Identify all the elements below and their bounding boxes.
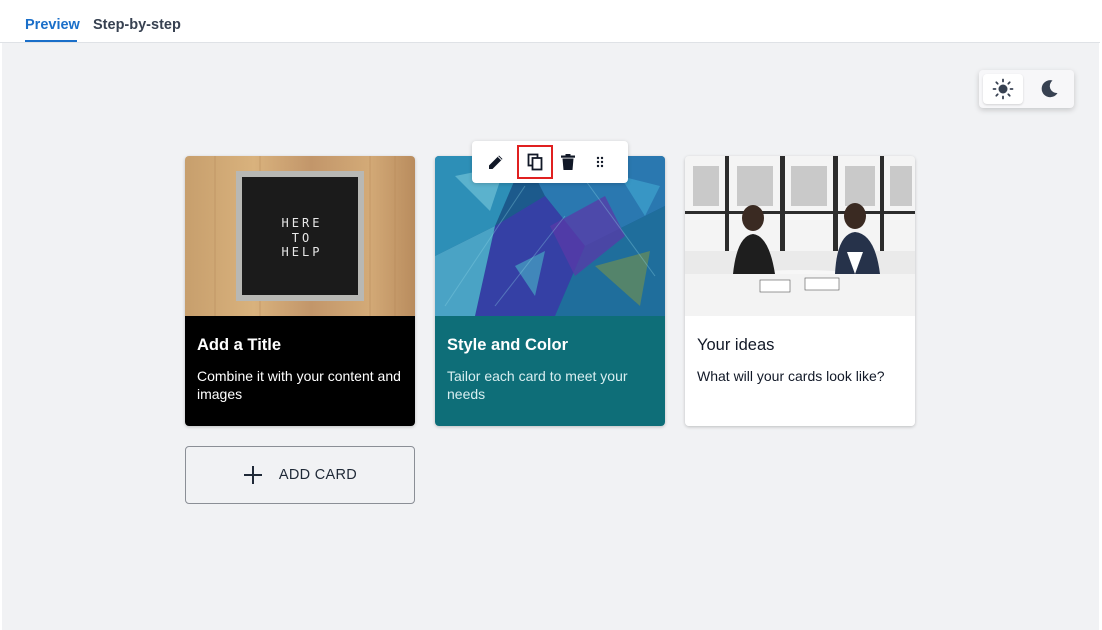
card-body: Your ideas What will your cards look lik… <box>685 316 915 426</box>
trash-icon <box>561 154 575 170</box>
card-toolbar <box>472 141 628 183</box>
moon-icon <box>1041 80 1058 98</box>
drag-handle-icon <box>596 156 604 168</box>
copy-icon <box>527 153 543 171</box>
card-title: Add a Title <box>197 336 282 354</box>
card-add-a-title[interactable]: HERE TO HELP Add a Title Combine it with… <box>185 156 415 426</box>
svg-text:HELP: HELP <box>282 245 323 259</box>
tab-preview[interactable]: Preview <box>25 17 80 33</box>
tab-bar: Preview Step-by-step <box>0 0 1100 43</box>
dark-theme-button[interactable] <box>1029 74 1069 104</box>
svg-text:HERE: HERE <box>282 216 323 230</box>
pencil-icon <box>489 155 503 169</box>
card-image-letterboard: HERE TO HELP <box>185 156 415 316</box>
svg-text:TO: TO <box>292 231 312 245</box>
theme-toggle <box>979 70 1074 108</box>
add-card-button[interactable]: ADD CARD <box>185 446 415 504</box>
card-body: Style and Color Tailor each card to meet… <box>435 316 665 426</box>
duplicate-card-button[interactable] <box>517 145 553 179</box>
light-theme-button[interactable] <box>983 74 1023 104</box>
card-text: What will your cards look like? <box>697 368 885 384</box>
card-body: Add a Title Combine it with your content… <box>185 316 415 426</box>
delete-card-button[interactable] <box>552 147 584 177</box>
card-style-and-color[interactable]: Style and Color Tailor each card to meet… <box>435 156 665 426</box>
card-image-meeting <box>685 156 915 316</box>
sun-icon <box>992 78 1014 100</box>
tab-step-by-step[interactable]: Step-by-step <box>93 17 181 33</box>
card-text: Tailor each card to meet your needs <box>447 368 628 402</box>
edit-card-button[interactable] <box>480 147 512 177</box>
card-your-ideas[interactable]: Your ideas What will your cards look lik… <box>685 156 915 426</box>
plus-icon <box>243 466 262 484</box>
drag-card-handle[interactable] <box>584 147 616 177</box>
card-title: Style and Color <box>447 336 569 354</box>
add-card-label: ADD CARD <box>278 467 358 483</box>
active-tab-indicator <box>25 40 77 42</box>
card-title: Your ideas <box>697 336 775 354</box>
card-text: Combine it with your content and images <box>197 368 401 402</box>
